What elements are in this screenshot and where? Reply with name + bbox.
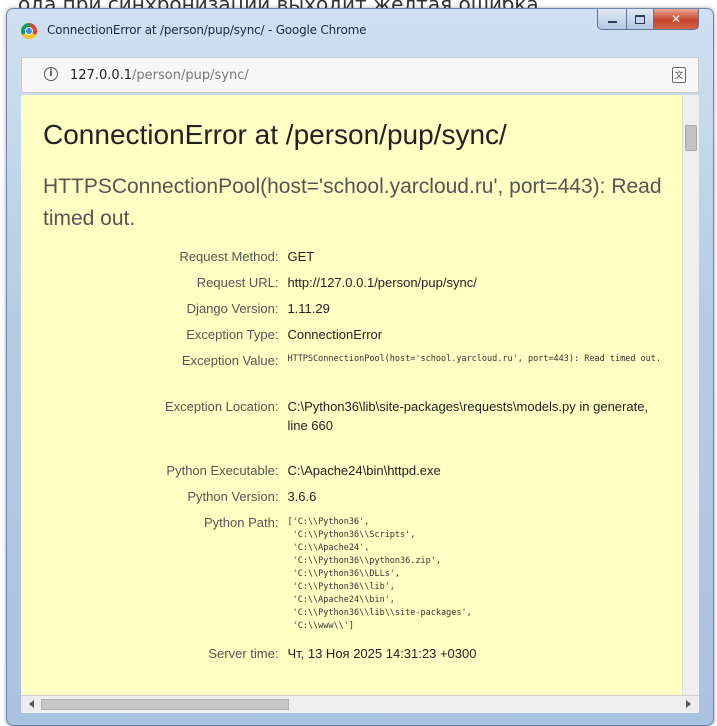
exception-value-text: HTTPSConnectionPool(host='school.yarclou… [287,354,662,364]
meta-value: ['C:\\Python36', 'C:\\Python36\\Scripts'… [287,513,671,644]
page-viewport: ConnectionError at /person/pup/sync/ HTT… [21,95,699,695]
chrome-icon [21,23,37,39]
page-subtitle: HTTPSConnectionPool(host='school.yarclou… [43,175,662,230]
meta-label: Django Version: [186,301,279,316]
meta-value: Чт, 13 Ноя 2025 14:31:23 +0300 [287,646,477,661]
meta-row-exception-location: Exception Location: C:\Python36\lib\site… [21,397,671,461]
horizontal-scrollbar[interactable] [21,695,699,713]
meta-value: HTTPSConnectionPool(host='school.yarclou… [287,351,671,397]
meta-value: C:\Python36\lib\site-packages\requests\m… [287,399,649,433]
horizontal-scrollbar-thumb[interactable] [41,699,289,710]
url-text[interactable]: 127.0.0.1/person/pup/sync/ [70,68,249,83]
title-bar[interactable]: ConnectionError at /person/pup/sync/ - G… [7,9,713,51]
meta-label: Python Executable: [166,463,279,478]
minimize-icon [607,20,617,23]
meta-value: GET [287,249,315,264]
meta-label: Request URL: [196,275,279,290]
meta-row-python-executable: Python Executable: C:\Apache24\bin\httpd… [21,461,671,487]
meta-label: Python Path: [204,515,279,530]
meta-value: 3.6.6 [287,489,317,504]
browser-window: ConnectionError at /person/pup/sync/ - G… [6,8,714,726]
meta-label: Server time: [208,646,279,661]
scroll-right-icon[interactable] [686,700,691,708]
request-meta-table: Request Method: GET Request URL: http://… [21,247,671,670]
meta-row-django-version: Django Version: 1.11.29 [21,299,671,325]
page-title: ConnectionError at /person/pup/sync/ [43,119,507,150]
minimize-button[interactable] [597,9,627,30]
meta-label: Exception Location: [164,399,279,414]
close-icon: ✕ [670,12,682,26]
vertical-scrollbar-thumb[interactable] [685,125,697,151]
translate-icon[interactable]: 文 [672,67,686,83]
maximize-button[interactable] [627,9,654,30]
meta-row-python-path: Python Path: ['C:\\Python36', 'C:\\Pytho… [21,513,671,644]
maximize-icon [635,14,645,24]
meta-value: 1.11.29 [287,301,330,316]
meta-row-exception-type: Exception Type: ConnectionError [21,325,671,351]
meta-row-request-url: Request URL: http://127.0.0.1/person/pup… [21,273,671,299]
meta-label: Exception Value: [181,353,279,368]
meta-value: ConnectionError [287,327,383,342]
meta-row-python-version: Python Version: 3.6.6 [21,487,671,513]
meta-label: Exception Type: [186,327,279,342]
window-title: ConnectionError at /person/pup/sync/ - G… [47,23,367,37]
meta-value: http://127.0.0.1/person/pup/sync/ [287,275,477,290]
meta-row-request-method: Request Method: GET [21,247,671,273]
url-path: /person/pup/sync/ [132,68,249,83]
info-icon[interactable]: i [44,67,58,81]
url-host: 127.0.0.1 [70,68,133,83]
vertical-scrollbar[interactable] [682,95,699,695]
window-controls: ✕ [597,9,699,31]
meta-value: C:\Apache24\bin\httpd.exe [287,463,441,478]
python-path-text: ['C:\\Python36', 'C:\\Python36\\Scripts'… [287,517,472,631]
close-button[interactable]: ✕ [654,9,699,30]
address-bar[interactable]: i 127.0.0.1/person/pup/sync/ 文 [21,57,699,93]
meta-label: Python Version: [187,489,279,504]
meta-label: Request Method: [179,249,279,264]
scroll-left-icon[interactable] [29,700,34,708]
meta-row-server-time: Server time: Чт, 13 Ноя 2025 14:31:23 +0… [21,644,671,670]
meta-row-exception-value: Exception Value: HTTPSConnectionPool(hos… [21,351,671,397]
